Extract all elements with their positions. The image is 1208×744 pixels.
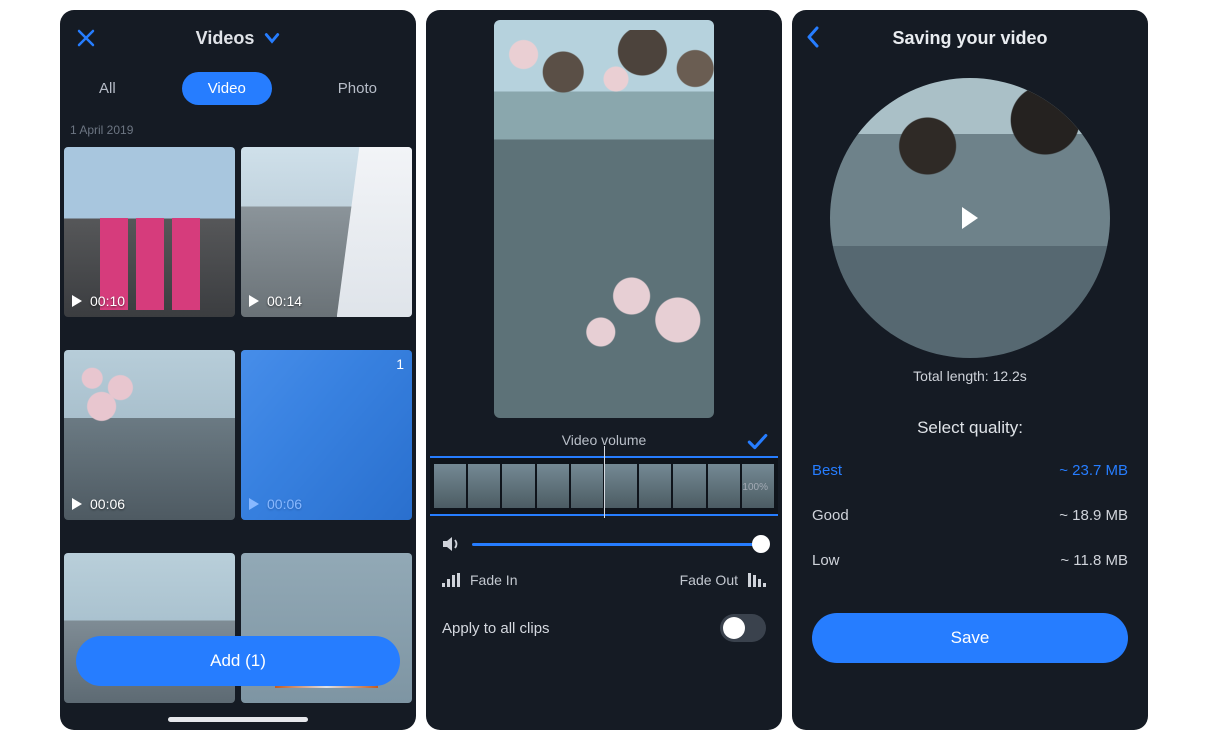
video-thumbnail[interactable]: 00:06 [64, 350, 235, 520]
header: Saving your video [792, 10, 1148, 66]
tab-photo[interactable]: Photo [312, 72, 403, 105]
header-title[interactable]: Videos [196, 28, 255, 49]
chevron-down-icon[interactable] [264, 30, 280, 46]
apply-all-row: Apply to all clips [426, 600, 782, 656]
video-thumbnail[interactable]: 00:14 [241, 147, 412, 317]
duration-label: 00:06 [90, 496, 125, 512]
fade-out-label[interactable]: Fade Out [680, 572, 738, 588]
play-icon [962, 207, 978, 229]
play-icon [249, 498, 259, 510]
close-icon[interactable] [76, 28, 96, 48]
back-icon[interactable] [806, 26, 820, 48]
header-title: Saving your video [892, 28, 1047, 49]
screen-library: Videos All Video Photo 1 April 2019 00:1… [60, 10, 416, 730]
fade-in-label[interactable]: Fade In [470, 572, 517, 588]
video-preview-circle[interactable] [830, 78, 1110, 358]
duration-label: 00:10 [90, 293, 125, 309]
confirm-check-icon[interactable] [746, 430, 768, 452]
volume-row [440, 534, 768, 554]
video-thumbnail[interactable]: 00:10 [64, 147, 235, 317]
timeline[interactable] [430, 456, 778, 516]
tab-all[interactable]: All [73, 72, 142, 105]
selection-badge: 1 [396, 356, 404, 372]
fade-in-icon [442, 573, 460, 587]
quality-option-good[interactable]: Good ~ 18.9 MB [792, 493, 1148, 538]
fade-row: Fade In Fade Out [426, 560, 782, 600]
filter-tabs: All Video Photo [60, 72, 416, 105]
volume-slider[interactable] [472, 543, 768, 546]
duration-label: 00:14 [267, 293, 302, 309]
header: Videos [60, 10, 416, 66]
playhead[interactable] [604, 446, 605, 518]
screen-volume-editor: Video volume 100% Fade In Fade O [426, 10, 782, 730]
quality-option-best[interactable]: Best ~ 23.7 MB [792, 448, 1148, 493]
play-icon [249, 295, 259, 307]
select-quality-title: Select quality: [792, 418, 1148, 438]
quality-option-low[interactable]: Low ~ 11.8 MB [792, 538, 1148, 583]
volume-icon [440, 534, 460, 554]
total-length: Total length: 12.2s [792, 368, 1148, 384]
video-preview[interactable] [494, 20, 714, 418]
save-button[interactable]: Save [812, 613, 1128, 663]
date-section-header: 1 April 2019 [60, 119, 416, 147]
slider-thumb[interactable] [752, 535, 770, 553]
tab-video[interactable]: Video [182, 72, 272, 105]
screen-save: Saving your video Total length: 12.2s Se… [792, 10, 1148, 730]
play-icon [72, 498, 82, 510]
add-button[interactable]: Add (1) [76, 636, 400, 686]
volume-percent-label: 100% [742, 482, 768, 493]
play-icon [72, 295, 82, 307]
apply-all-label: Apply to all clips [442, 620, 550, 637]
apply-all-toggle[interactable] [720, 614, 766, 642]
fade-out-icon [748, 573, 766, 587]
duration-label: 00:06 [267, 496, 302, 512]
home-indicator[interactable] [168, 717, 308, 722]
video-thumbnail-selected[interactable]: 1 00:06 [241, 350, 412, 520]
